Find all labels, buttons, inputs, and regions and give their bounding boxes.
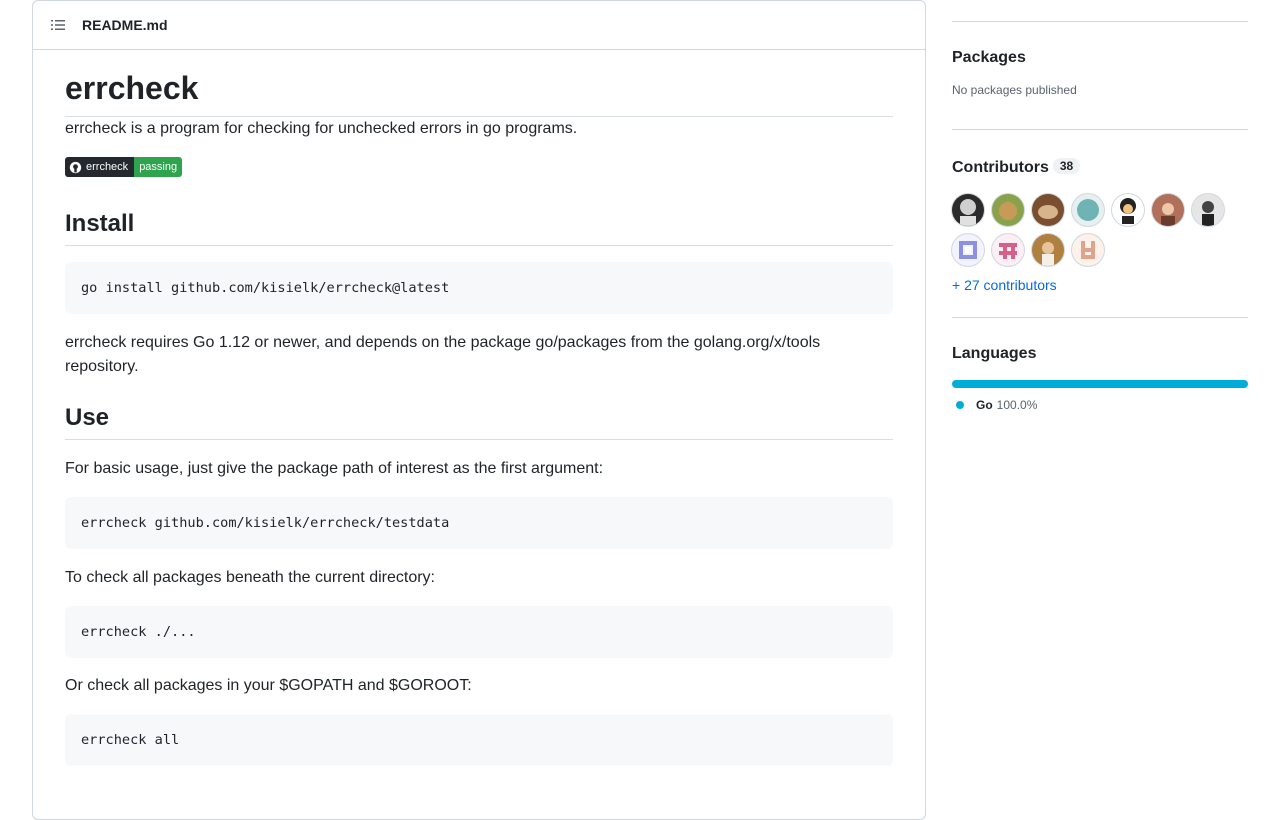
avatar[interactable]: [992, 194, 1024, 226]
avatar-image: [1042, 242, 1054, 266]
check-all-paragraph: To check all packages beneath the curren…: [65, 568, 435, 586]
readme-panel: README.md errcheck errcheck is a program…: [32, 0, 926, 820]
use-paragraph: For basic usage, just give the package p…: [65, 459, 604, 477]
avatar[interactable]: [952, 234, 984, 266]
avatar-image: [960, 199, 976, 226]
avatar[interactable]: [1192, 194, 1224, 226]
readme-content: errcheck errcheck is a program for check…: [33, 50, 925, 766]
avatar-image: [1038, 205, 1058, 219]
packages-empty-text: No packages published: [952, 83, 1077, 97]
avatar[interactable]: [1152, 194, 1184, 226]
install-code-block[interactable]: go install github.com/kisielk/errcheck@l…: [65, 261, 893, 314]
avatar[interactable]: [992, 234, 1024, 266]
avatar-image: [959, 241, 977, 259]
check-all-code-block[interactable]: errcheck ./...: [65, 605, 893, 658]
avatar-image: [1120, 198, 1136, 224]
language-color-dot: [956, 401, 964, 409]
build-status-badge[interactable]: errcheck passing: [65, 157, 183, 177]
gopath-paragraph: Or check all packages in your $GOPATH an…: [65, 676, 472, 694]
language-bar-go[interactable]: [952, 380, 1248, 388]
avatar[interactable]: [1112, 194, 1144, 226]
languages-section: Languages Go 100.0%: [952, 318, 1248, 412]
readme-filename[interactable]: README.md: [82, 17, 168, 33]
badge-left-text: errcheck: [86, 161, 129, 173]
use-code-block[interactable]: errcheck github.com/kisielk/errcheck/tes…: [65, 496, 893, 549]
contributors-section: Contributors 38 + 27 contributors: [952, 130, 1248, 293]
language-item-go[interactable]: Go 100.0%: [952, 398, 1248, 412]
avatar[interactable]: [952, 194, 984, 226]
use-heading: Use: [65, 403, 893, 440]
avatar-image: [999, 202, 1017, 220]
avatar[interactable]: [1032, 234, 1064, 266]
language-percent: 100.0%: [996, 398, 1038, 412]
readme-description: errcheck is a program for checking for u…: [65, 120, 578, 137]
contributor-avatars: [952, 194, 1248, 274]
readme-header: README.md: [33, 1, 925, 50]
table-of-contents-icon[interactable]: [50, 17, 66, 33]
avatar-image: [1202, 201, 1214, 226]
github-icon: [69, 161, 82, 173]
languages-title: Languages: [952, 345, 1037, 362]
readme-title: errcheck: [65, 50, 893, 117]
contributors-count-badge: 38: [1052, 158, 1081, 174]
avatar[interactable]: [1072, 234, 1104, 266]
avatar-image: [999, 243, 1017, 259]
avatar-image: [1081, 241, 1095, 259]
gopath-code-block[interactable]: errcheck all: [65, 713, 893, 766]
avatar[interactable]: [1072, 194, 1104, 226]
badge-label: errcheck: [65, 157, 135, 177]
install-heading: Install: [65, 209, 893, 246]
contributors-header: Contributors 38: [952, 158, 1248, 177]
packages-title[interactable]: Packages: [952, 49, 1248, 67]
badge-status: passing: [134, 157, 183, 177]
avatar[interactable]: [1032, 194, 1064, 226]
avatar-image: [1077, 199, 1099, 221]
packages-section: Packages No packages published: [952, 22, 1248, 102]
contributors-title[interactable]: Contributors: [952, 159, 1049, 176]
repo-sidebar: Packages No packages published Contribut…: [952, 0, 1248, 412]
requires-paragraph: errcheck requires Go 1.12 or newer, and …: [65, 333, 821, 375]
language-name: Go: [976, 398, 993, 412]
avatar-image: [1161, 203, 1175, 226]
more-contributors-link[interactable]: + 27 contributors: [952, 277, 1248, 293]
